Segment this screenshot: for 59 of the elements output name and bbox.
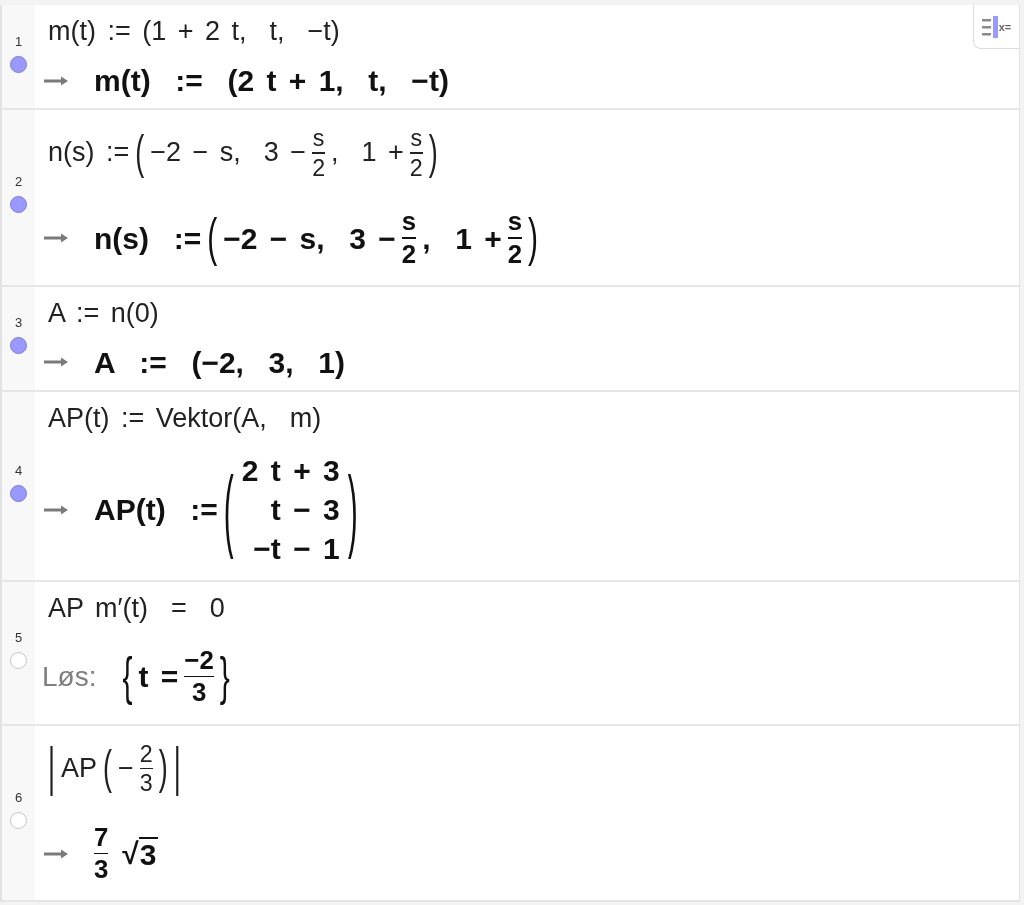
math-text: n(s) := (94, 221, 202, 255)
style-bar-button[interactable]: x= (973, 5, 1019, 49)
right-arrow-icon (44, 848, 68, 859)
list-icon (981, 15, 998, 38)
right-parenthesis: ) (347, 456, 358, 561)
math-text: AP(t) := Vektor(A, m) (48, 403, 322, 434)
row-number: 3 (14, 316, 23, 330)
solve-label: Løs: (42, 660, 97, 693)
right-parenthesis: ) (428, 126, 438, 181)
visibility-dot-icon[interactable] (10, 812, 27, 829)
left-parenthesis: ( (223, 456, 234, 561)
math-text: −2 − s, 3 − (223, 221, 396, 255)
row-number: 4 (14, 463, 23, 477)
visibility-dot-icon[interactable] (10, 55, 27, 73)
square-root: √3 (122, 836, 158, 871)
vector-entry: t − 3 (270, 494, 340, 525)
right-parenthesis: ) (158, 741, 168, 796)
visibility-dot-icon[interactable] (10, 337, 27, 355)
left-brace: { (122, 646, 133, 707)
math-text: −2 − s, 3 − (150, 138, 307, 168)
right-parenthesis: ) (528, 208, 539, 268)
left-parenthesis: ( (207, 208, 218, 268)
absolute-value-sign: | (173, 737, 181, 800)
fraction: s 2 (409, 126, 423, 181)
vector-entry: −t − 1 (253, 533, 340, 564)
math-text: , 1 + (331, 138, 404, 168)
math-text: − (118, 753, 134, 784)
right-arrow-icon (44, 504, 68, 515)
vector-entry: 2 t + 3 (241, 455, 340, 486)
fraction: 7 3 (94, 823, 109, 884)
right-arrow-icon (44, 357, 68, 368)
math-text: , 1 + (422, 221, 502, 255)
math-text: A := n(0) (48, 298, 159, 329)
absolute-value-sign: | (48, 737, 55, 800)
visibility-dot-icon[interactable] (10, 651, 27, 669)
fraction: 2 3 (139, 741, 153, 796)
left-parenthesis: ( (103, 741, 113, 796)
math-text: m(t) := (2 t + 1, t, −t) (94, 64, 449, 97)
fraction: −2 3 (184, 646, 214, 707)
fraction: s 2 (312, 126, 326, 181)
math-text: AP(t) := (94, 493, 218, 527)
math-text: AP m′(t) = 0 (48, 593, 225, 624)
math-text: n(s) := (48, 138, 130, 168)
row-number: 5 (14, 630, 23, 644)
left-parenthesis: ( (135, 126, 145, 181)
fraction: s 2 (401, 208, 417, 268)
row-number: 6 (14, 791, 23, 804)
math-text: m(t) := (1 + 2 t, t, −t) (48, 16, 340, 47)
right-arrow-icon (44, 233, 68, 244)
math-text: t = (138, 660, 179, 694)
right-arrow-icon (44, 75, 68, 86)
math-text: A := (−2, 3, 1) (94, 345, 345, 379)
fraction: s 2 (507, 208, 523, 268)
visibility-dot-icon[interactable] (10, 196, 27, 214)
math-text: AP (61, 753, 98, 784)
right-brace: } (219, 646, 230, 707)
row-number: 1 (14, 34, 23, 48)
row-number: 2 (14, 175, 23, 189)
visibility-dot-icon[interactable] (10, 484, 27, 502)
